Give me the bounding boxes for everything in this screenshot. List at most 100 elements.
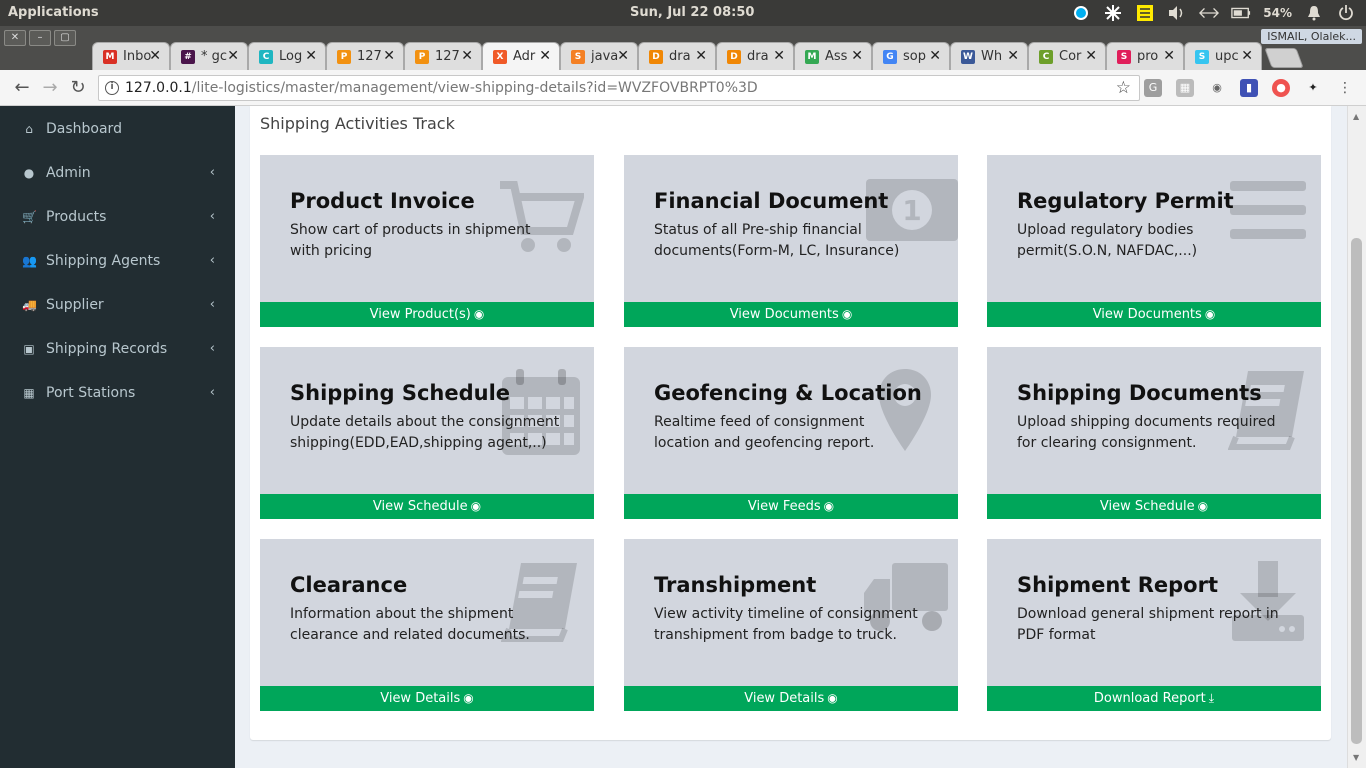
tab-close-icon[interactable]: ✕ — [851, 48, 863, 64]
tab-title: Wh — [981, 49, 1003, 64]
tab-close-icon[interactable]: ✕ — [1241, 48, 1253, 64]
eye-icon: ◉ — [827, 691, 838, 705]
bookmark-ext-icon[interactable]: ▮ — [1240, 79, 1258, 97]
tab-title: Cor — [1059, 49, 1082, 64]
power-icon[interactable] — [1336, 4, 1356, 22]
tab-close-icon[interactable]: ✕ — [929, 48, 941, 64]
card-footer-link[interactable]: View Product(s) ◉ — [260, 302, 594, 327]
window-minimize-button[interactable]: – — [29, 30, 51, 46]
network-icon[interactable] — [1103, 4, 1123, 22]
card-footer-link[interactable]: View Documents ◉ — [624, 302, 958, 327]
card-footer-label: View Schedule — [1099, 499, 1195, 514]
sidebar-item-admin[interactable]: ● Admin ‹ — [0, 151, 235, 195]
system-clock[interactable]: Sun, Jul 22 08:50 — [630, 5, 754, 20]
reload-icon[interactable]: ↻ — [68, 78, 88, 98]
browser-tab[interactable]: Ddra ✕ — [638, 42, 716, 70]
menu-kebab-icon[interactable]: ⋮ — [1336, 79, 1354, 97]
page-scrollbar[interactable]: ▲ ▼ — [1347, 106, 1366, 768]
sidebar-item-label: Dashboard — [46, 121, 122, 137]
grammarly-icon[interactable]: G — [1144, 79, 1162, 97]
notes-icon[interactable] — [1135, 4, 1155, 22]
tab-close-icon[interactable]: ✕ — [617, 48, 629, 64]
browser-toolbar: ← → ↻ i 127.0.0.1/lite-logistics/master/… — [0, 70, 1366, 106]
card-footer-link[interactable]: View Details ◉ — [624, 686, 958, 711]
sidebar-item-label: Shipping Records — [46, 341, 168, 357]
card-footer-link[interactable]: View Documents ◉ — [987, 302, 1321, 327]
users-icon: 👥 — [22, 254, 37, 268]
tab-favicon-icon: M — [103, 49, 117, 64]
tab-close-icon[interactable]: ✕ — [695, 48, 707, 64]
tab-close-icon[interactable]: ✕ — [539, 48, 551, 64]
calendar-ext-icon[interactable]: ▦ — [1176, 79, 1194, 97]
browser-tab[interactable]: C Cor ✕ — [1028, 42, 1106, 70]
browser-tab[interactable]: P 127 ✕ — [404, 42, 482, 70]
bell-icon[interactable] — [1304, 4, 1324, 22]
card-footer-label: View Documents — [729, 307, 839, 322]
ext-circle-icon[interactable]: ● — [1272, 79, 1290, 97]
info-card-financial-document: 1 Financial Document Status of all Pre-shi… — [624, 155, 958, 327]
skype-icon[interactable] — [1071, 4, 1091, 22]
card-footer-link[interactable]: View Schedule ◉ — [260, 494, 594, 519]
scrollbar-thumb[interactable] — [1351, 238, 1362, 744]
tab-close-icon[interactable]: ✕ — [149, 48, 161, 64]
browser-tab[interactable]: Gsop ✕ — [872, 42, 950, 70]
browser-tab[interactable]: # * gc ✕ — [170, 42, 248, 70]
applications-menu[interactable]: Applications — [8, 5, 99, 20]
tab-close-icon[interactable]: ✕ — [383, 48, 395, 64]
ext-feather-icon[interactable]: ✦ — [1304, 79, 1322, 97]
tab-close-icon[interactable]: ✕ — [305, 48, 317, 64]
tab-favicon-icon: G — [883, 49, 897, 64]
browser-tab[interactable]: X Adr ✕ — [482, 42, 560, 70]
tab-close-icon[interactable]: ✕ — [461, 48, 473, 64]
bookmark-star-icon[interactable]: ☆ — [1116, 78, 1131, 98]
card-heading: Product Invoice — [290, 189, 475, 213]
back-arrow-icon[interactable]: ← — [12, 78, 32, 98]
info-icon[interactable]: i — [105, 81, 119, 95]
browser-tab[interactable]: M Inbo ✕ — [92, 42, 170, 70]
browser-tab[interactable]: Sjava ✕ — [560, 42, 638, 70]
sidebar-item-supplier[interactable]: 🚚 Supplier ‹ — [0, 283, 235, 327]
card-footer-link[interactable]: View Details ◉ — [260, 686, 594, 711]
browser-tab[interactable]: C Log ✕ — [248, 42, 326, 70]
address-bar[interactable]: i 127.0.0.1/lite-logistics/master/manage… — [98, 75, 1140, 101]
volume-icon[interactable] — [1167, 4, 1187, 22]
scroll-up-arrow-icon[interactable]: ▲ — [1353, 112, 1359, 121]
browser-tab[interactable]: W Wh ✕ — [950, 42, 1028, 70]
browser-tab[interactable]: Supc ✕ — [1184, 42, 1262, 70]
battery-icon[interactable] — [1231, 4, 1251, 22]
browser-tab[interactable]: P 127 ✕ — [326, 42, 404, 70]
tab-close-icon[interactable]: ✕ — [773, 48, 785, 64]
arrows-icon[interactable] — [1199, 4, 1220, 22]
card-description: Information about the shipment clearance… — [290, 606, 530, 643]
eye-icon: ◉ — [823, 499, 835, 513]
forward-arrow-icon[interactable]: → — [40, 78, 60, 98]
tab-close-icon[interactable]: ✕ — [1007, 48, 1019, 64]
card-footer-link[interactable]: Download Report ⤓ — [987, 686, 1321, 711]
sidebar-item-dashboard[interactable]: ⌂ Dashboard — [0, 107, 235, 151]
browser-tab[interactable]: Spro ✕ — [1106, 42, 1184, 70]
sidebar-item-shipping-records[interactable]: ▣ Shipping Records ‹ — [0, 327, 235, 371]
card-footer-label: View Product(s) — [369, 307, 471, 322]
tab-title: Ass — [825, 49, 848, 64]
browser-tab[interactable]: Ddra ✕ — [716, 42, 794, 70]
scroll-down-arrow-icon[interactable]: ▼ — [1353, 753, 1359, 762]
sidebar-item-port-stations[interactable]: ▦ Port Stations ‹ — [0, 371, 235, 415]
new-tab-button[interactable] — [1264, 48, 1304, 68]
tab-close-icon[interactable]: ✕ — [227, 48, 239, 64]
card-footer-link[interactable]: View Schedule ◉ — [987, 494, 1321, 519]
eye-icon: ◉ — [841, 307, 853, 321]
eye-icon: ◉ — [1204, 307, 1216, 321]
sidebar-item-products[interactable]: 🛒 Products ‹ — [0, 195, 235, 239]
browser-tab[interactable]: M Ass ✕ — [794, 42, 872, 70]
tab-close-icon[interactable]: ✕ — [1085, 48, 1097, 64]
card-description: Status of all Pre-ship financial documen… — [654, 222, 900, 259]
sidebar-item-shipping-agents[interactable]: 👥 Shipping Agents ‹ — [0, 239, 235, 283]
tab-list: M Inbo ✕ # * gc ✕ C Log ✕ P 127 ✕ P 127 ✕ X Adr ✕ Sjava ✕ Dd… — [92, 42, 1304, 70]
window-close-button[interactable]: ✕ — [4, 30, 26, 46]
tab-close-icon[interactable]: ✕ — [1163, 48, 1175, 64]
card-footer-link[interactable]: View Feeds ◉ — [624, 494, 958, 519]
card-description: Upload shipping documents required for c… — [1017, 414, 1276, 451]
camera-icon[interactable]: ◉ — [1208, 79, 1226, 97]
window-maximize-button[interactable]: ▢ — [54, 30, 76, 46]
tab-favicon-icon: D — [649, 49, 663, 64]
